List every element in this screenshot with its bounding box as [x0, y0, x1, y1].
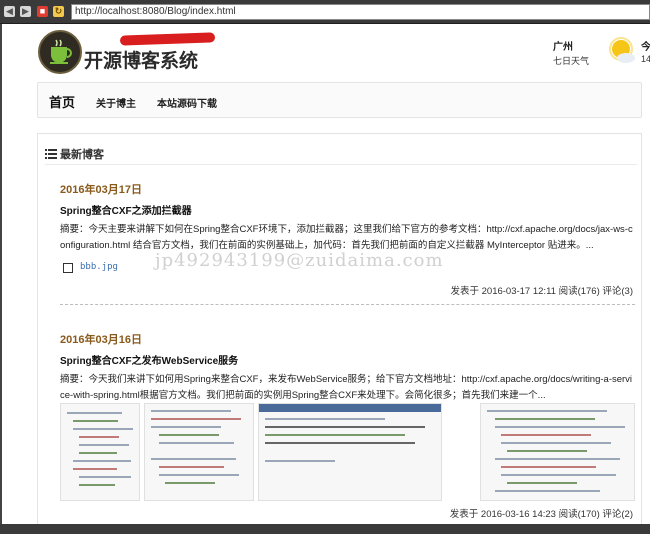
thumbnail-image[interactable] [258, 403, 442, 501]
thumbnail-image[interactable] [60, 403, 140, 501]
stop-icon[interactable]: ■ [37, 6, 48, 17]
post-meta: 发表于 2016-03-16 14:23 阅读(170) 评论(2) [449, 509, 633, 520]
back-icon[interactable]: ◀ [4, 6, 15, 17]
post-meta: 发表于 2016-03-17 12:11 阅读(176) 评论(3) [450, 286, 633, 297]
logo-text: 开源博客系统 [84, 50, 199, 72]
list-icon [45, 147, 57, 159]
post-date: 2016年03月16日 [60, 334, 142, 346]
nav-about[interactable]: 关于博主 [96, 95, 136, 110]
post-item: 2016年03月16日 Spring整合CXF之发布WebService服务 摘… [60, 331, 635, 404]
nav-source-download[interactable]: 本站源码下载 [157, 95, 217, 110]
sun-cloud-icon [607, 36, 637, 66]
site-logo[interactable]: 开源博客系统 [38, 30, 216, 78]
panel-header: 最新博客 [45, 145, 637, 165]
window-bottom-bar [0, 524, 650, 534]
panel-title: 最新博客 [60, 149, 104, 161]
attachment-name[interactable]: bbb.jpg [80, 262, 118, 272]
post-summary: 摘要：今天我们来讲下如何用Spring来整合CXF，来发布WebService服… [60, 374, 633, 401]
browser-toolbar: ◀ ▶ ■ ↻ http://localhost:8080/Blog/index… [0, 0, 650, 24]
redaction-mark [119, 32, 216, 46]
post-title-link[interactable]: Spring整合CXF之添加拦截器 [60, 202, 635, 218]
address-bar[interactable]: http://localhost:8080/Blog/index.html [71, 4, 650, 20]
latest-posts-panel: 最新博客 2016年03月17日 Spring整合CXF之添加拦截器 摘要：今天… [37, 133, 642, 528]
watermark: jp492943199@zuidaima.com [155, 250, 444, 271]
image-file-icon [63, 263, 73, 273]
cup-logo-icon [38, 30, 82, 74]
post-thumbnails [60, 403, 635, 501]
nav-home[interactable]: 首页 [49, 92, 75, 111]
thumbnail-image[interactable] [480, 403, 635, 501]
thumbnail-image[interactable] [144, 403, 254, 501]
post-divider [60, 304, 635, 305]
post-title-link[interactable]: Spring整合CXF之发布WebService服务 [60, 352, 635, 368]
reload-icon[interactable]: ↻ [53, 6, 64, 17]
forward-icon[interactable]: ▶ [20, 6, 31, 17]
post-date: 2016年03月17日 [60, 184, 142, 196]
weather-today: 今 [641, 42, 650, 53]
window-edge [0, 24, 2, 524]
main-nav: 首页 关于博主 本站源码下载 [37, 82, 642, 118]
weather-temp: 14 [641, 54, 650, 64]
weather-city: 广州 [553, 42, 573, 53]
week-weather-link[interactable]: 七日天气 [553, 54, 589, 67]
